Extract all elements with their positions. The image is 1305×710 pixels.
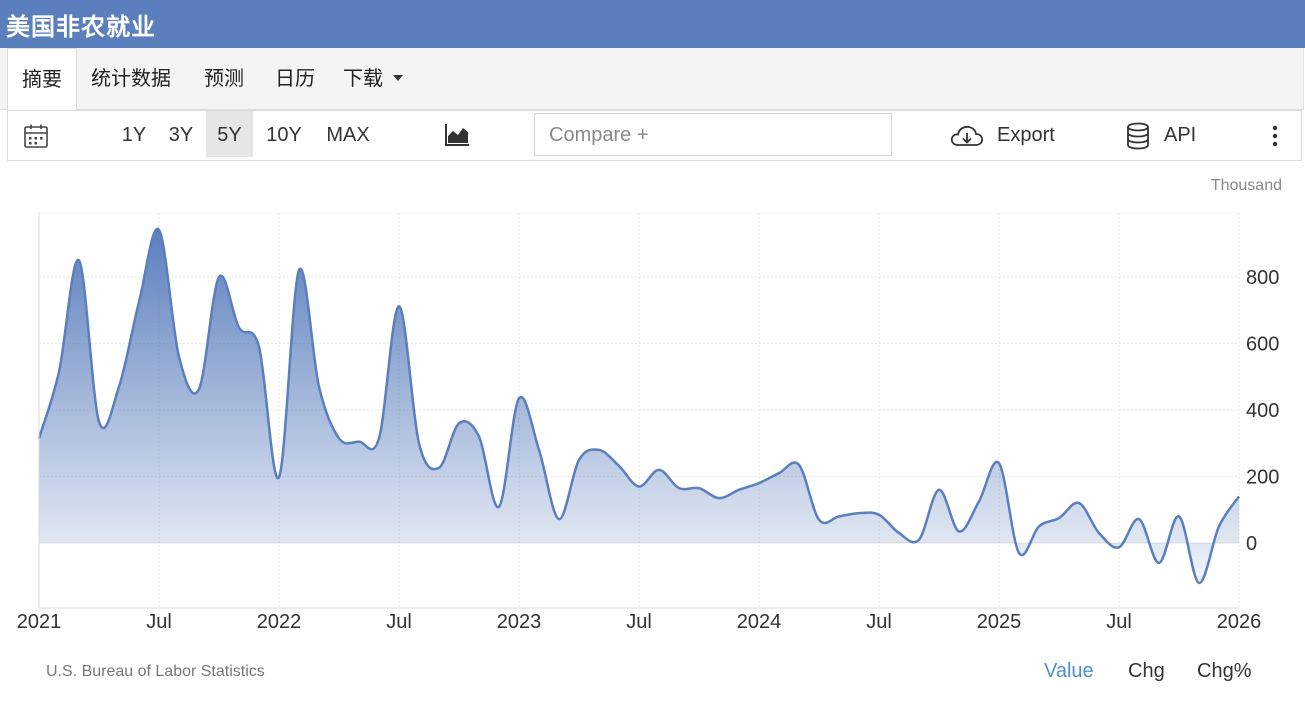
x-tick-label: Jul bbox=[386, 611, 412, 633]
x-tick-label: Jul bbox=[866, 611, 892, 633]
y-tick-label: 0 bbox=[1246, 533, 1257, 555]
y-tick-label: 800 bbox=[1246, 267, 1279, 289]
view-change-button[interactable]: Chg bbox=[1128, 660, 1165, 683]
x-tick-label: 2025 bbox=[977, 611, 1022, 633]
y-tick-label: 400 bbox=[1246, 400, 1279, 422]
x-tick-label: 2026 bbox=[1217, 611, 1262, 633]
y-tick-label: 200 bbox=[1246, 467, 1279, 489]
area-chart: 0 200 400 600 800 2021 Jul 2022 Jul 2023 Jul 2024 Ju… bbox=[17, 212, 1279, 633]
x-tick-label: 2024 bbox=[737, 611, 782, 633]
x-tick-label: Jul bbox=[1106, 611, 1132, 633]
source-label: U.S. Bureau of Labor Statistics bbox=[46, 663, 265, 680]
x-tick-label: Jul bbox=[626, 611, 652, 633]
x-tick-label: 2023 bbox=[497, 611, 542, 633]
x-tick-label: Jul bbox=[146, 611, 172, 633]
x-tick-label: 2022 bbox=[257, 611, 302, 633]
view-value-button[interactable]: Value bbox=[1044, 660, 1094, 683]
view-change-percent-button[interactable]: Chg% bbox=[1197, 660, 1251, 683]
y-tick-label: 600 bbox=[1246, 334, 1279, 356]
x-tick-label: 2021 bbox=[17, 611, 62, 633]
